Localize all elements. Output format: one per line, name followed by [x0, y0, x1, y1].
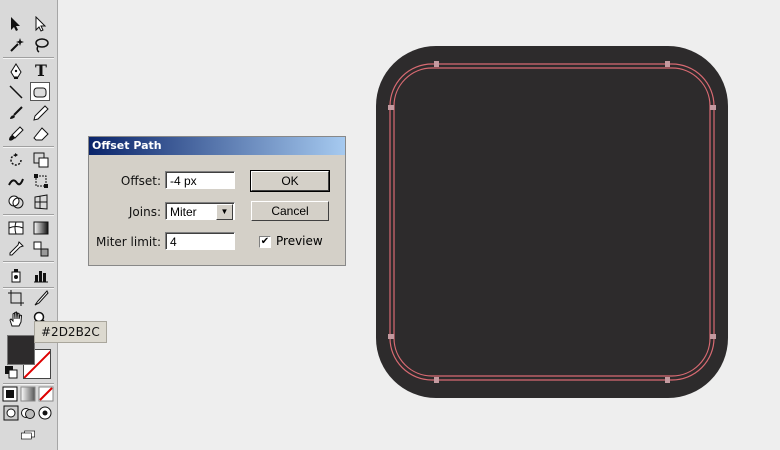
- miter-limit-label: Miter limit:: [96, 235, 161, 249]
- type-tool-icon[interactable]: T: [31, 61, 51, 80]
- slice-tool-icon[interactable]: [31, 288, 51, 307]
- lasso-tool-icon[interactable]: [31, 35, 51, 54]
- ok-button[interactable]: OK: [250, 170, 330, 192]
- hand-tool-icon[interactable]: [6, 309, 26, 328]
- symbol-sprayer-tool-icon[interactable]: [6, 265, 26, 284]
- magic-wand-tool-icon[interactable]: [6, 35, 26, 54]
- miter-limit-input[interactable]: 4: [165, 232, 235, 250]
- offset-input[interactable]: -4 px: [165, 171, 235, 189]
- selection-tool-icon[interactable]: [6, 14, 26, 33]
- perspective-grid-tool-icon[interactable]: [31, 192, 51, 211]
- none-mode-icon[interactable]: [38, 386, 54, 402]
- screen-mode-icon[interactable]: [16, 427, 40, 443]
- blob-brush-tool-icon[interactable]: [6, 124, 26, 143]
- artboard-tool-icon[interactable]: [6, 288, 26, 307]
- eyedropper-tool-icon[interactable]: [6, 239, 26, 258]
- gradient-mode-icon[interactable]: [20, 386, 36, 402]
- mesh-tool-icon[interactable]: [6, 218, 26, 237]
- line-segment-tool-icon[interactable]: [6, 82, 26, 101]
- offset-path-dialog: Offset Path Offset: -4 px Joins: Miter ▼…: [88, 136, 346, 266]
- fill-color-swatch[interactable]: [7, 335, 35, 365]
- joins-select[interactable]: Miter ▼: [165, 202, 235, 220]
- checkmark-icon: ✔: [260, 236, 270, 247]
- joins-label: Joins:: [128, 205, 161, 219]
- joins-select-value: Miter: [170, 205, 197, 219]
- warp-tool-icon[interactable]: [6, 171, 26, 190]
- scale-tool-icon[interactable]: [31, 150, 51, 169]
- cancel-button[interactable]: Cancel: [251, 201, 329, 221]
- rectangle-tool-icon[interactable]: [30, 82, 50, 101]
- free-transform-tool-icon[interactable]: [31, 171, 51, 190]
- paintbrush-tool-icon[interactable]: [6, 103, 26, 122]
- color-tooltip: #2D2B2C: [34, 321, 107, 343]
- offset-label: Offset:: [120, 174, 161, 188]
- chevron-down-icon[interactable]: ▼: [216, 204, 233, 220]
- shape-builder-tool-icon[interactable]: [6, 192, 26, 211]
- gradient-tool-icon[interactable]: [31, 218, 51, 237]
- rotate-tool-icon[interactable]: [6, 150, 26, 169]
- rounded-rectangle-artwork[interactable]: [376, 46, 728, 398]
- blend-tool-icon[interactable]: [31, 239, 51, 258]
- draw-behind-icon[interactable]: [20, 405, 36, 421]
- draw-inside-icon[interactable]: [37, 405, 53, 421]
- eraser-tool-icon[interactable]: [31, 124, 51, 143]
- color-mode-icon[interactable]: [2, 386, 18, 402]
- draw-normal-icon[interactable]: [3, 405, 19, 421]
- preview-checkbox[interactable]: ✔: [259, 236, 271, 248]
- dialog-title[interactable]: Offset Path: [89, 137, 345, 155]
- column-graph-tool-icon[interactable]: [31, 265, 51, 284]
- direct-selection-tool-icon[interactable]: [31, 14, 51, 33]
- rounded-rectangle-fill[interactable]: [376, 46, 728, 398]
- default-fill-stroke-icon[interactable]: [4, 365, 18, 379]
- pen-tool-icon[interactable]: [6, 61, 26, 80]
- pencil-tool-icon[interactable]: [31, 103, 51, 122]
- preview-label: Preview: [276, 234, 323, 248]
- toolbox-panel: T: [0, 0, 58, 450]
